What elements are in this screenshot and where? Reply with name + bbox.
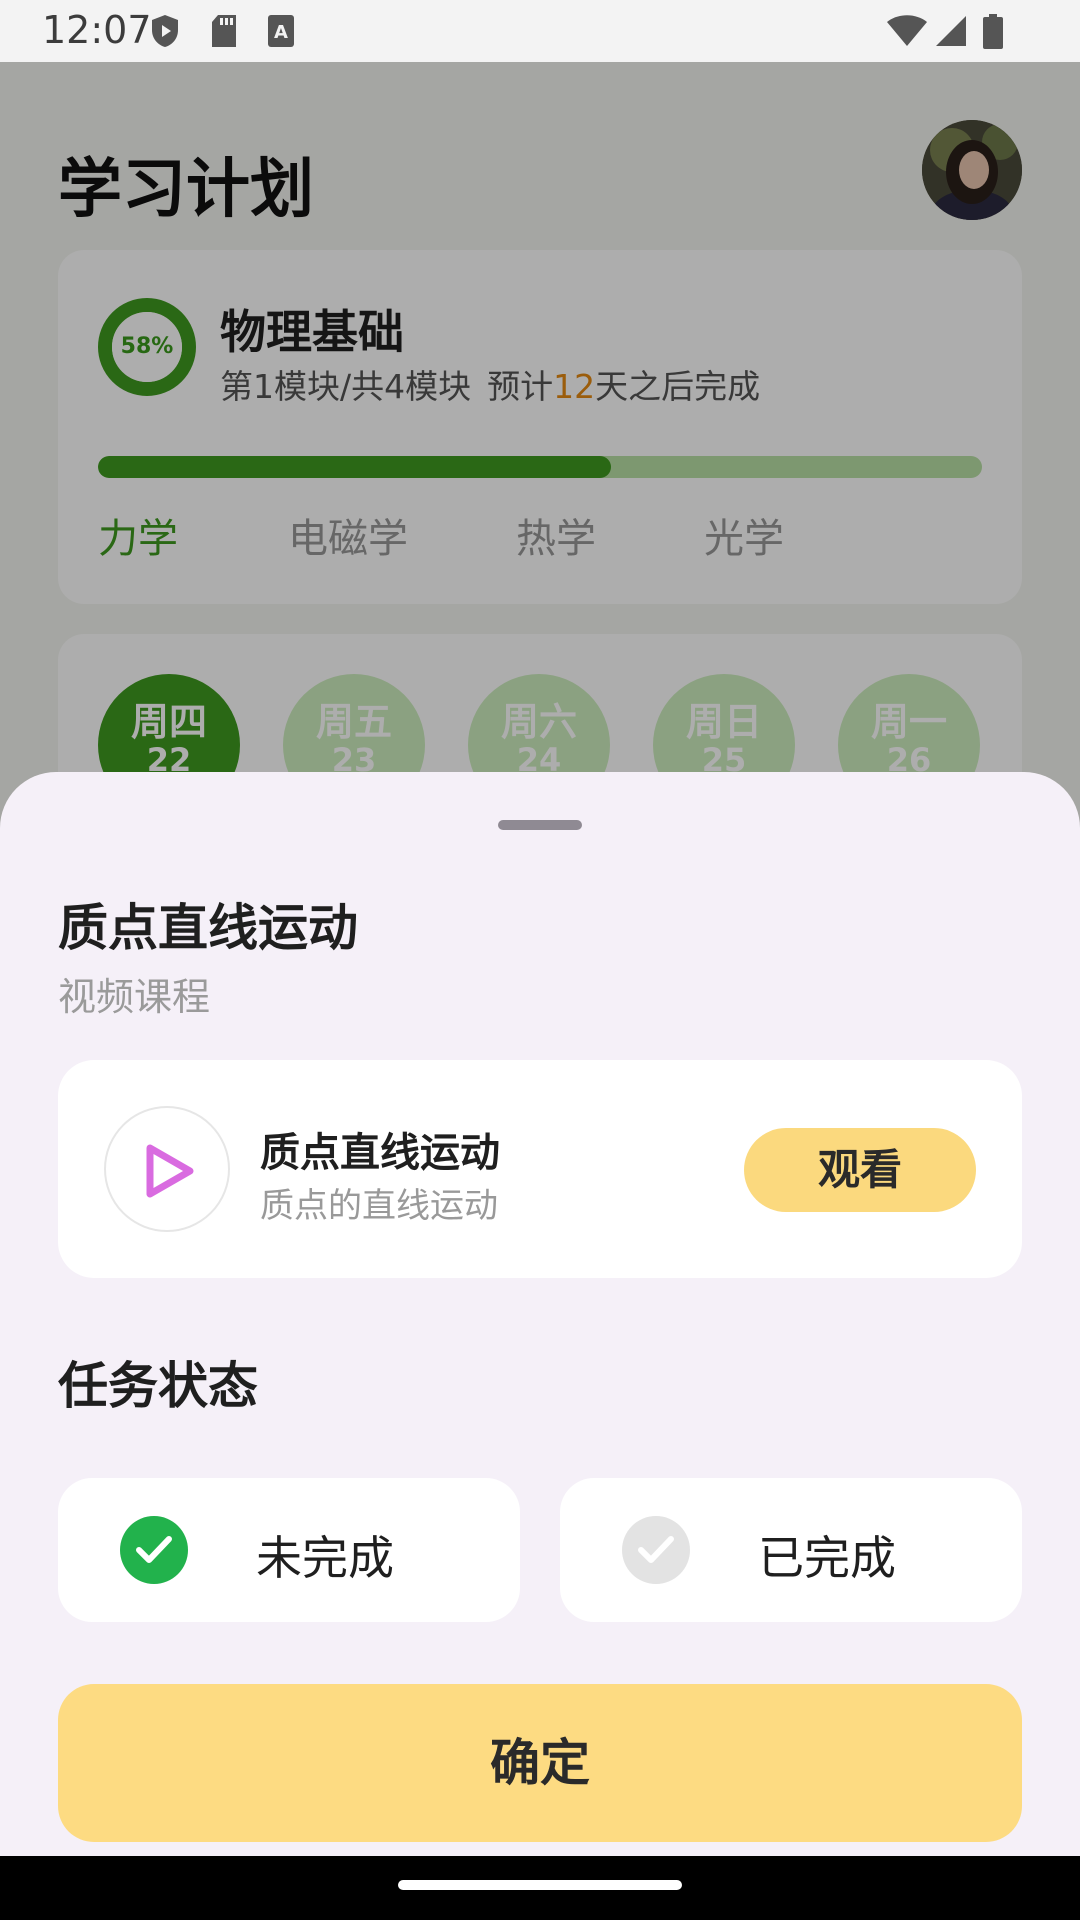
status-time: 12:07: [42, 8, 152, 52]
status-option-complete[interactable]: 已完成: [560, 1478, 1022, 1622]
status-option-incomplete[interactable]: 未完成: [58, 1478, 520, 1622]
video-lesson-card: 质点直线运动 质点的直线运动 观看: [58, 1060, 1022, 1278]
play-icon: [104, 1106, 230, 1232]
status-bar: 12:07 A: [0, 0, 1080, 62]
wifi-icon: [887, 15, 927, 46]
check-unselected-icon: [622, 1516, 690, 1584]
video-description: 质点的直线运动: [260, 1186, 498, 1226]
status-label: 已完成: [758, 1531, 896, 1585]
task-status-heading: 任务状态: [58, 1357, 258, 1415]
font-a-icon: A: [268, 15, 294, 47]
confirm-button[interactable]: 确定: [58, 1684, 1022, 1842]
battery-icon: [983, 14, 1003, 49]
video-title: 质点直线运动: [260, 1130, 500, 1176]
cellular-signal-icon: [936, 16, 966, 46]
system-nav-bar: [0, 1856, 1080, 1920]
drag-handle[interactable]: [498, 820, 582, 830]
shield-icon: [152, 15, 178, 47]
task-bottom-sheet: 质点直线运动 视频课程 质点直线运动 质点的直线运动 观看 任务状态 未完成 已…: [0, 772, 1080, 1856]
sd-card-icon: [212, 15, 236, 47]
check-selected-icon: [120, 1516, 188, 1584]
home-gesture-handle[interactable]: [398, 1880, 682, 1890]
sheet-subtitle: 视频课程: [58, 975, 211, 1019]
watch-button[interactable]: 观看: [744, 1128, 976, 1212]
sheet-title: 质点直线运动: [58, 899, 358, 957]
svg-text:A: A: [274, 22, 288, 43]
status-label: 未完成: [256, 1531, 394, 1585]
